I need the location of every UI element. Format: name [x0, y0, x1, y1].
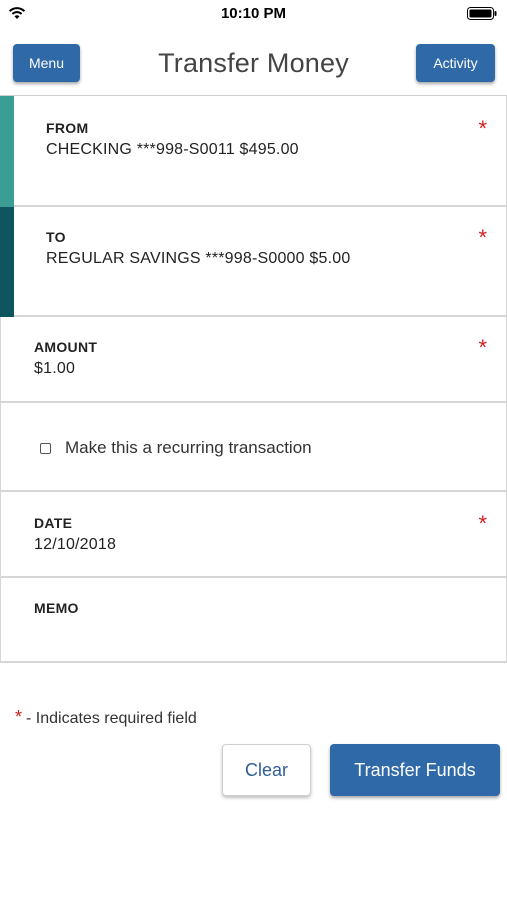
- required-asterisk: *: [478, 511, 487, 536]
- activity-button[interactable]: Activity: [416, 44, 495, 82]
- required-asterisk: *: [478, 116, 487, 141]
- battery-icon: [467, 7, 497, 20]
- date-value: 12/10/2018: [34, 536, 117, 553]
- required-asterisk: *: [478, 225, 487, 250]
- transfer-form: FROM CHECKING ***998-S0011 $495.00 * TO …: [0, 95, 507, 663]
- from-accent-bar: [0, 96, 14, 207]
- clear-button[interactable]: Clear: [222, 744, 311, 796]
- to-label: TO: [46, 229, 66, 245]
- recurring-option[interactable]: Make this a recurring transaction: [0, 403, 507, 492]
- required-note-text: - Indicates required field: [26, 710, 197, 727]
- amount-field[interactable]: AMOUNT $1.00 *: [0, 317, 507, 403]
- date-label: DATE: [34, 515, 73, 531]
- from-label: FROM: [46, 120, 89, 136]
- required-note-asterisk: *: [15, 707, 23, 727]
- status-time: 10:10 PM: [220, 5, 287, 22]
- to-accent-bar: [0, 207, 14, 317]
- from-value: CHECKING ***998-S0011 $495.00: [46, 141, 299, 158]
- header: Menu Transfer Money Activity: [0, 30, 507, 96]
- from-account-field[interactable]: FROM CHECKING ***998-S0011 $495.00 *: [0, 96, 507, 207]
- transfer-funds-button[interactable]: Transfer Funds: [330, 744, 500, 796]
- required-note: * - Indicates required field: [15, 707, 197, 728]
- date-field[interactable]: DATE 12/10/2018 *: [0, 492, 507, 578]
- amount-label: AMOUNT: [34, 339, 98, 355]
- recurring-label: Make this a recurring transaction: [65, 438, 312, 457]
- memo-field[interactable]: MEMO: [0, 578, 507, 663]
- to-account-field[interactable]: TO REGULAR SAVINGS ***998-S0000 $5.00 *: [0, 207, 507, 317]
- memo-label: MEMO: [34, 600, 79, 616]
- required-asterisk: *: [478, 335, 487, 360]
- to-value: REGULAR SAVINGS ***998-S0000 $5.00: [46, 250, 351, 267]
- status-bar: 10:10 PM: [0, 0, 507, 30]
- amount-value: $1.00: [34, 360, 76, 377]
- recurring-checkbox[interactable]: [40, 443, 51, 454]
